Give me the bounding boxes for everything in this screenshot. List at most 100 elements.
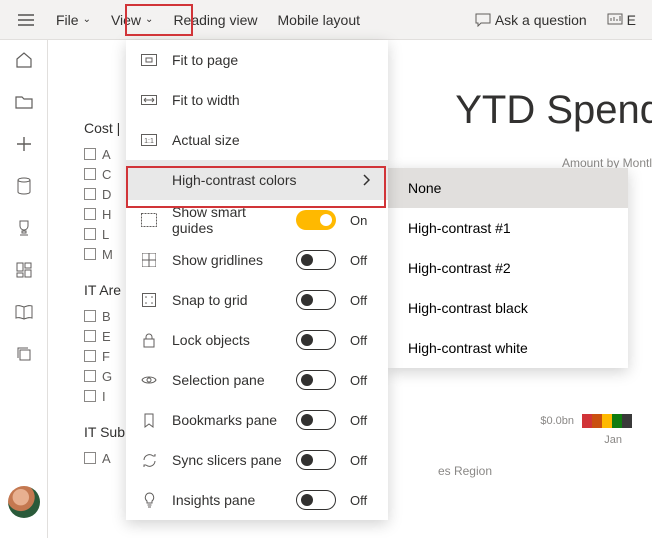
insights-pane-item[interactable]: Insights pane Off [126,480,388,520]
toggle-state: Off [350,293,374,308]
menu-label: Fit to width [172,92,374,108]
folder-icon[interactable] [14,92,34,112]
toggle-switch[interactable] [296,490,336,510]
menu-label: Show gridlines [172,252,282,268]
lightbulb-icon [140,492,158,508]
checkbox-icon [84,248,96,260]
toggle-switch[interactable] [296,450,336,470]
toggle-switch[interactable] [296,410,336,430]
checkbox-icon [84,350,96,362]
home-icon[interactable] [14,50,34,70]
grid-icon [140,252,158,268]
toggle-state: On [350,213,374,228]
actual-size-icon: 1:1 [140,132,158,148]
fit-to-width-item[interactable]: Fit to width [126,80,388,120]
eye-icon [140,372,158,388]
toggle-state: Off [350,413,374,428]
file-menu[interactable]: File ⌄ [46,0,101,40]
region-label: es Region [438,464,492,478]
lock-icon [140,332,158,348]
sync-slicers-item[interactable]: Sync slicers pane Off [126,440,388,480]
toggle-state: Off [350,493,374,508]
explore-button[interactable]: E [597,0,646,40]
reading-view-button[interactable]: Reading view [163,0,267,40]
svg-text:1:1: 1:1 [144,138,154,145]
menu-label: Show smart guides [172,204,282,236]
checkbox-icon [84,330,96,342]
toggle-state: Off [350,333,374,348]
view-dropdown: Fit to page Fit to width 1:1 Actual size… [126,40,388,520]
toggle-switch[interactable] [296,250,336,270]
fit-to-page-item[interactable]: Fit to page [126,40,388,80]
hc-black-item[interactable]: High-contrast black [388,288,628,328]
fit-width-icon [140,92,158,108]
sync-icon [140,452,158,468]
menu-label: Fit to page [172,52,374,68]
snap-item[interactable]: Snap to grid Off [126,280,388,320]
toggle-switch[interactable] [296,370,336,390]
hamburger-button[interactable] [6,0,46,40]
toggle-switch[interactable] [296,210,336,230]
toggle-state: Off [350,253,374,268]
database-icon[interactable] [14,176,34,196]
lock-item[interactable]: Lock objects Off [126,320,388,360]
page-title: YTD Spend [455,88,652,133]
checkbox-icon [84,310,96,322]
menu-label: Lock objects [172,332,282,348]
menu-label: Selection pane [172,372,282,388]
x-axis-label: Jan [604,434,622,446]
hc-2-item[interactable]: High-contrast #2 [388,248,628,288]
selection-pane-item[interactable]: Selection pane Off [126,360,388,400]
checkbox-icon [84,370,96,382]
app-icon[interactable] [14,260,34,280]
explore-icon [607,13,623,27]
view-menu[interactable]: View ⌄ [101,0,163,40]
checkbox-icon [84,148,96,160]
menu-label: High-contrast colors [140,172,348,188]
checkbox-icon [84,452,96,464]
menu-label: Sync slicers pane [172,452,282,468]
gridlines-item[interactable]: Show gridlines Off [126,240,388,280]
actual-size-item[interactable]: 1:1 Actual size [126,120,388,160]
checkbox-icon [84,168,96,180]
snap-icon [140,292,158,308]
smart-guides-item[interactable]: Show smart guides On [126,200,388,240]
hc-1-item[interactable]: High-contrast #1 [388,208,628,248]
fit-page-icon [140,52,158,68]
smart-guides-icon [140,212,158,228]
chevron-right-icon [362,174,370,186]
bookmark-icon [140,412,158,428]
checkbox-icon [84,390,96,402]
menu-label: Insights pane [172,492,282,508]
top-toolbar: File ⌄ View ⌄ Reading view Mobile layout… [0,0,652,40]
menu-label: Actual size [172,132,374,148]
high-contrast-item[interactable]: High-contrast colors [126,160,388,200]
explore-label: E [627,12,636,28]
menu-label: Bookmarks pane [172,412,282,428]
toggle-state: Off [350,373,374,388]
menu-label: Snap to grid [172,292,282,308]
legend-swatch [582,414,632,428]
view-label: View [111,12,141,28]
book-icon[interactable] [14,302,34,322]
trophy-icon[interactable] [14,218,34,238]
mobile-layout-button[interactable]: Mobile layout [268,0,371,40]
bookmarks-pane-item[interactable]: Bookmarks pane Off [126,400,388,440]
file-label: File [56,12,79,28]
toggle-switch[interactable] [296,330,336,350]
checkbox-icon [84,188,96,200]
ask-question-button[interactable]: Ask a question [465,0,597,40]
checkbox-icon [84,228,96,240]
hc-white-item[interactable]: High-contrast white [388,328,628,368]
copy-icon[interactable] [14,344,34,364]
checkbox-icon [84,208,96,220]
chat-icon [475,13,491,27]
chart-axis: $0.0bn [540,414,632,428]
left-nav-rail [0,40,48,538]
avatar[interactable] [8,486,40,518]
hc-none-item[interactable]: None [388,168,628,208]
toggle-switch[interactable] [296,290,336,310]
y-axis-label: $0.0bn [540,415,574,427]
ask-label: Ask a question [495,12,587,28]
plus-icon[interactable] [14,134,34,154]
